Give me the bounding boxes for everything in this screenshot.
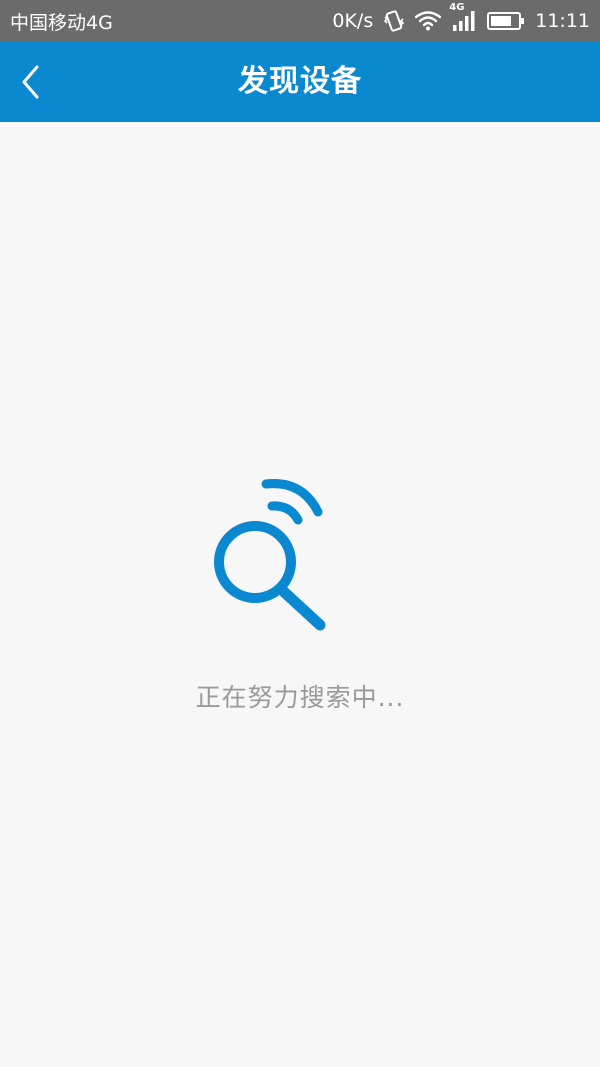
signal-icon: 4G: [449, 2, 477, 32]
network-type-label: 4G: [449, 2, 465, 13]
nav-bar: 发现设备: [0, 42, 600, 122]
status-indicators: 0K/s 4G 11:11: [332, 2, 590, 33]
battery-icon: [487, 11, 525, 31]
search-signal-icon: [210, 472, 340, 632]
page-title: 发现设备: [238, 64, 362, 99]
searching-status-text: 正在努力搜索中...: [195, 683, 405, 712]
status-bar: 中国移动4G 0K/s 4G 11:11: [0, 0, 600, 42]
main-content: 正在努力搜索中...: [0, 122, 600, 1067]
net-speed-label: 0K/s: [332, 10, 374, 32]
vibrate-icon: [383, 9, 405, 33]
time-label: 11:11: [535, 10, 590, 32]
carrier-label: 中国移动4G: [10, 11, 113, 34]
wifi-icon: [415, 11, 442, 31]
